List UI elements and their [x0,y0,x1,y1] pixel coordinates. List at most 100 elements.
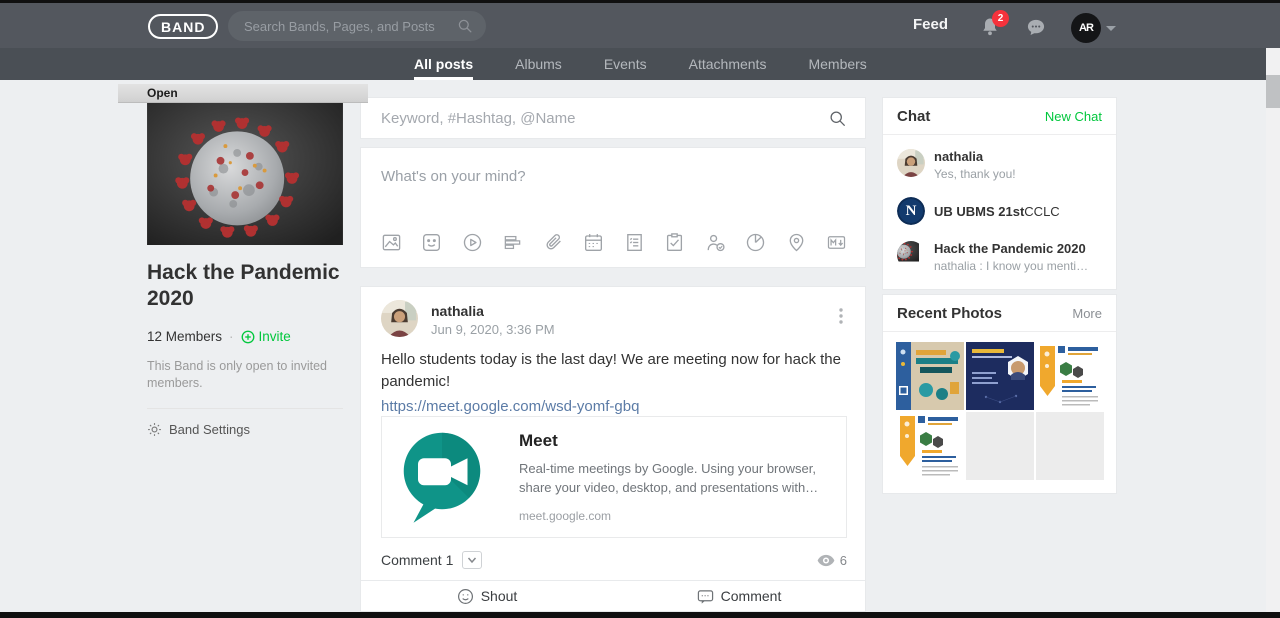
recent-photos-header: Recent Photos More [883,295,1116,332]
google-meet-logo-icon [403,432,480,523]
invite-label: Invite [258,329,291,344]
chat-last-message: nathalia : I know you mentione… [934,259,1094,273]
link-preview-description: Real-time meetings by Google. Using your… [519,461,819,495]
post-search-input[interactable] [361,109,829,127]
post-link[interactable]: https://meet.google.com/wsd-yomf-gbq [381,396,639,418]
post-composer[interactable]: What's on your mind? [360,147,866,268]
chat-item-ub-ubms[interactable]: N UB UBMS 21stCCLC [883,189,1116,233]
chat-name: nathalia [934,149,984,164]
user-avatar-initials: AR [1079,22,1094,34]
post-author-name[interactable]: nathalia [431,303,484,319]
chat-avatar [897,241,925,269]
calendar-icon[interactable] [583,232,604,253]
todo-icon[interactable] [664,232,685,253]
screen-top-edge [0,0,1280,3]
tab-all-posts[interactable]: All posts [414,48,474,80]
chevron-down-icon [468,557,477,564]
link-preview-card[interactable]: Meet Real-time meetings by Google. Using… [381,416,847,538]
messages-icon[interactable] [1026,18,1046,37]
photo-placeholder [1036,412,1104,480]
band-cover-image[interactable] [147,102,343,245]
comment-button[interactable]: Comment [613,581,865,611]
composer-placeholder[interactable]: What's on your mind? [381,168,526,185]
chat-item-nathalia[interactable]: nathalia Yes, thank you! [883,141,1116,189]
new-chat-button[interactable]: New Chat [1045,109,1102,124]
post-more-menu-icon[interactable] [832,305,850,327]
eye-icon [817,554,835,566]
post-text: Hello students today is the last day! We… [381,351,841,390]
post-author-avatar[interactable] [381,300,418,337]
recent-photo-thumbnail[interactable] [1036,342,1104,410]
link-preview-info: Meet Real-time meetings by Google. Using… [501,417,846,537]
comment-expand-button[interactable] [462,551,483,569]
chat-avatar: N [897,197,925,225]
dot-separator: · [229,329,234,344]
browser-open-bar[interactable]: Open [118,84,368,103]
recent-photos-grid [883,332,1116,493]
tab-albums[interactable]: Albums [515,48,562,80]
global-search-input[interactable] [228,18,457,34]
sticker-icon[interactable] [421,232,442,253]
invite-button[interactable]: Invite [241,329,291,344]
more-photos-link[interactable]: More [1072,306,1102,321]
band-title: Hack the Pandemic 2020 [147,261,340,310]
member-count[interactable]: 12 Members [147,329,222,344]
file-attach-icon[interactable] [543,232,564,253]
search-icon[interactable] [457,18,473,34]
open-button-label[interactable]: Open [147,86,178,100]
band-members-row: 12 Members · Invite [147,329,343,344]
link-preview-title: Meet [519,431,558,450]
composer-toolbar [381,232,847,253]
tab-members[interactable]: Members [808,48,866,80]
chat-avatar [897,149,925,177]
post-card: nathalia Jun 9, 2020, 3:36 PM Hello stud… [360,286,866,612]
recent-photo-thumbnail[interactable] [966,342,1034,410]
poll-format-icon[interactable] [502,232,523,253]
band-tabbar: All posts Albums Events Attachments Memb… [0,48,1280,80]
attendance-check-icon[interactable] [705,232,726,253]
photo-icon[interactable] [381,232,402,253]
top-navbar: BAND Feed 2 AR [0,3,1280,48]
chat-item-hack-the-pandemic[interactable]: Hack the Pandemic 2020 nathalia : I know… [883,233,1116,281]
scrollbar-thumb[interactable] [1266,75,1280,108]
feed-link[interactable]: Feed [913,16,948,33]
global-search[interactable] [228,11,486,41]
account-menu-caret-icon[interactable] [1106,26,1116,31]
comment-count[interactable]: Comment 1 [381,552,453,568]
band-privacy-note: This Band is only open to invited member… [147,359,327,390]
chat-name: UB UBMS 21stCCLC [934,203,1060,219]
user-avatar[interactable]: AR [1071,13,1101,43]
comment-bubble-icon [697,589,713,604]
feed-column: What's on your mind? nathalia Jun 9, 202… [360,97,866,612]
view-count-value: 6 [839,552,847,568]
tab-events[interactable]: Events [604,48,647,80]
recent-photo-thumbnail[interactable] [896,342,964,410]
chat-last-message: Yes, thank you! [934,167,1016,181]
post-body: Hello students today is the last day! We… [381,349,847,418]
shout-button[interactable]: Shout [361,581,613,611]
band-settings-label: Band Settings [169,422,250,437]
band-logo[interactable]: BAND [148,14,219,39]
page-scrollbar[interactable] [1266,48,1280,612]
band-settings-button[interactable]: Band Settings [147,422,343,437]
plus-circle-icon [241,330,254,343]
band-tabs: All posts Albums Events Attachments Memb… [414,48,867,80]
recent-photos-title: Recent Photos [897,304,1003,322]
post-meta-row: Comment 1 6 [381,551,847,569]
chat-panel-header: Chat New Chat [883,98,1116,135]
search-icon[interactable] [829,110,846,127]
screen-bottom-edge [0,612,1280,618]
location-icon[interactable] [786,232,807,253]
markdown-icon[interactable] [826,232,847,253]
ub-logo-icon: N [897,197,925,225]
photo-placeholder [966,412,1034,480]
recent-photos-panel: Recent Photos More [882,294,1117,494]
chat-panel: Chat New Chat nathalia Yes, thank you! N… [882,97,1117,290]
video-icon[interactable] [462,232,483,253]
view-count: 6 [817,553,847,568]
recent-photo-thumbnail[interactable] [896,412,964,480]
tab-attachments[interactable]: Attachments [689,48,767,80]
comment-action-label: Comment [720,588,782,604]
chart-icon[interactable] [745,232,766,253]
note-icon[interactable] [624,232,645,253]
